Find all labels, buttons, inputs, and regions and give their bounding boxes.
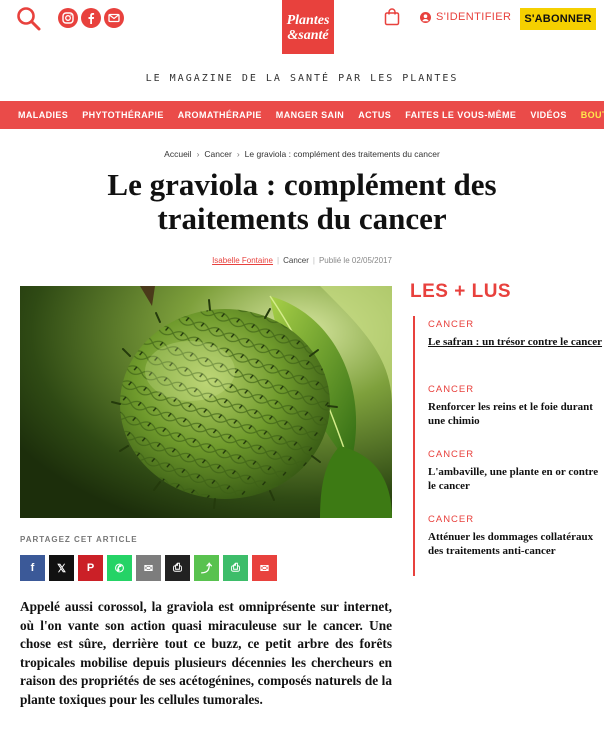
meta-divider: | — [312, 256, 315, 265]
site-logo[interactable]: Plantes &santé — [282, 0, 334, 54]
most-read-list: CANCER Le safran : un trésor contre le c… — [413, 316, 603, 576]
nav-item-phytotherapie[interactable]: PHYTOTHÉRAPIE — [82, 110, 164, 120]
graviola-fruit-image — [20, 286, 392, 518]
chevron-right-icon: › — [236, 149, 240, 159]
most-read-title: LES + LUS — [410, 281, 512, 302]
nav-item-boutique[interactable]: BOUTIQUE — [581, 110, 604, 120]
chevron-right-icon: › — [196, 149, 200, 159]
most-read-link[interactable]: Atténuer les dommages collatéraux des tr… — [428, 530, 603, 558]
share-label: PARTAGEZ CET ARTICLE — [20, 535, 138, 544]
most-read-item[interactable]: CANCER L'ambaville, une plante en or con… — [415, 449, 603, 511]
generic-share-button[interactable]: ⤴ — [194, 555, 219, 581]
facebook-icon[interactable] — [81, 8, 101, 28]
nav-item-videos[interactable]: VIDÉOS — [530, 110, 566, 120]
print-alt-share-button[interactable]: ⎙ — [223, 555, 248, 581]
most-read-category[interactable]: CANCER — [428, 449, 603, 460]
most-read-category[interactable]: CANCER — [428, 384, 603, 395]
site-tagline: LE MAGAZINE DE LA SANTÉ PAR LES PLANTES — [145, 73, 459, 84]
email-alt-share-button[interactable]: ✉ — [252, 555, 277, 581]
print-share-button[interactable]: ⎙ — [165, 555, 190, 581]
article-meta: Isabelle Fontaine | Cancer | Publié le 02/05… — [0, 256, 604, 265]
article-title: Le graviola : complément des traitements… — [107, 167, 497, 236]
x-share-button[interactable]: 𝕏 — [49, 555, 74, 581]
most-read-item[interactable]: CANCER Renforcer les reins et le foie du… — [415, 384, 603, 446]
breadcrumb-current: Le graviola : complément des traitements… — [244, 149, 440, 159]
breadcrumb-home[interactable]: Accueil — [164, 149, 191, 159]
email-share-button[interactable]: ✉ — [136, 555, 161, 581]
most-read-link[interactable]: L'ambaville, une plante en or contre le … — [428, 465, 603, 493]
most-read-category[interactable]: CANCER — [428, 514, 603, 525]
whatsapp-share-button[interactable]: ✆ — [107, 555, 132, 581]
article-lede: Appelé aussi corossol, la graviola est o… — [20, 599, 392, 707]
site-header: Plantes &santé S'IDENTIFIER S'ABONNER — [0, 0, 604, 60]
signin-label: S'IDENTIFIER — [436, 11, 512, 23]
nav-item-actus[interactable]: ACTUS — [358, 110, 391, 120]
main-nav: MALADIES PHYTOTHÉRAPIE AROMATHÉRAPIE MAN… — [0, 101, 604, 129]
most-read-link[interactable]: Le safran : un trésor contre le cancer — [428, 335, 603, 349]
facebook-share-button[interactable]: f — [20, 555, 45, 581]
most-read-link[interactable]: Renforcer les reins et le foie durant un… — [428, 400, 603, 428]
nav-item-aromatherapie[interactable]: AROMATHÉRAPIE — [178, 110, 262, 120]
breadcrumb-category[interactable]: Cancer — [204, 149, 231, 159]
nav-item-manger-sain[interactable]: MANGER SAIN — [276, 110, 344, 120]
share-buttons: f 𝕏 P ✆ ✉ ⎙ ⤴ ⎙ ✉ — [20, 555, 281, 581]
pinterest-share-button[interactable]: P — [78, 555, 103, 581]
user-icon — [420, 11, 431, 23]
logo-line-1: Plantes — [286, 13, 330, 28]
signin-link[interactable]: S'IDENTIFIER — [420, 8, 511, 26]
instagram-icon[interactable] — [58, 8, 78, 28]
shopping-bag-icon[interactable] — [384, 8, 400, 26]
nav-item-maladies[interactable]: MALADIES — [18, 110, 68, 120]
search-icon[interactable] — [16, 6, 42, 32]
mail-icon[interactable] — [104, 8, 124, 28]
most-read-category[interactable]: CANCER — [428, 319, 603, 330]
article-date: Publié le 02/05/2017 — [318, 256, 392, 265]
nav-item-faites-le-vous-meme[interactable]: FAITES LE VOUS-MÊME — [405, 110, 516, 120]
article-category[interactable]: Cancer — [283, 256, 309, 265]
subscribe-button[interactable]: S'ABONNER — [520, 8, 596, 30]
breadcrumb: Accueil › Cancer › Le graviola : complément … — [0, 149, 604, 159]
most-read-item[interactable]: CANCER Le safran : un trésor contre le c… — [415, 319, 603, 381]
meta-divider: | — [277, 256, 280, 265]
most-read-item[interactable]: CANCER Atténuer les dommages collatéraux… — [415, 514, 603, 576]
article-author[interactable]: Isabelle Fontaine — [212, 256, 273, 265]
logo-line-2: &santé — [287, 28, 329, 43]
